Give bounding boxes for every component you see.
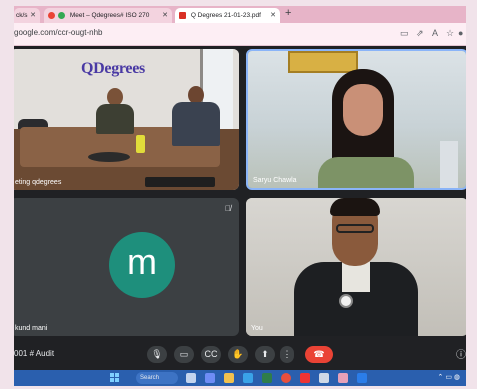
translate-icon[interactable]: A [432,28,438,38]
profile-icon[interactable]: ● [458,28,463,38]
meet-icon [58,11,65,19]
cast-icon[interactable]: ▭ [400,28,409,39]
avatar: m [109,232,175,298]
word-icon[interactable] [357,373,367,383]
windows-taskbar: Search ⌃ ▭ ◍ [14,370,466,386]
search-label: Search [140,375,160,381]
door [440,141,458,188]
browser-tab-meet[interactable]: Meet – Qdegrees# ISO 270 ✕ [44,8,172,23]
system-tray[interactable]: ⌃ ▭ ◍ [438,373,460,381]
mic-off-icon: 🎙̸ [225,204,231,213]
youtube-icon[interactable] [300,373,310,383]
participant-name: You [251,325,263,332]
close-tab-icon[interactable]: ✕ [270,8,276,23]
record-icon [48,11,55,19]
settings-icon[interactable] [319,373,329,383]
participant-name: kund mani [15,325,48,332]
participant-tile-meeting-room[interactable]: QDegrees eting qdegrees [14,49,239,190]
qdegrees-logo: QDegrees [81,60,145,77]
screen: ck/s ✕ Meet – Qdegrees# ISO 270 ✕ Q Degr… [14,6,466,386]
browser-tab-1[interactable]: ck/s ✕ [14,8,40,23]
excel-icon[interactable] [262,373,272,383]
chat-icon[interactable] [205,373,215,383]
participant-tile-self[interactable]: You [246,198,466,336]
present-icon[interactable]: ⬆ [255,346,275,363]
chrome-icon[interactable] [281,373,291,383]
share-icon[interactable]: ⇗ [416,28,424,39]
keyboard [145,177,215,187]
face [343,84,383,136]
end-call-icon[interactable]: ☎ [305,346,333,363]
meet-control-bar: 001 # Audit 🎙 ▭ CC ✋ ⬆ ⋮ ☎ ⓘ [14,338,466,370]
close-tab-icon[interactable]: ✕ [30,8,36,23]
tab-title: Meet – Qdegrees# ISO 270 [69,12,150,19]
hair [330,198,380,216]
raise-hand-icon[interactable]: ✋ [228,346,248,363]
shirt [342,262,370,292]
app-icon[interactable] [338,373,348,383]
mic-icon[interactable]: 🎙 [147,346,167,363]
new-tab-button[interactable]: + [285,7,291,19]
person-body [172,102,220,146]
address-bar[interactable]: google.com/ccr-ougt-nhb ▭ ⇗ A ☆ ● [14,23,466,46]
camera-icon[interactable]: ▭ [174,346,194,363]
close-tab-icon[interactable]: ✕ [162,8,168,23]
tab-title: ck/s [16,12,28,19]
participant-tile-saryu[interactable]: Saryu Chawla [246,49,466,190]
browser-tab-strip: ck/s ✕ Meet – Qdegrees# ISO 270 ✕ Q Degr… [14,6,466,23]
participant-tile-avatar[interactable]: 🎙̸ m kund mani [14,198,239,336]
meeting-code: 001 # Audit [14,349,55,358]
person-body [318,157,414,188]
file-explorer-icon[interactable] [224,373,234,383]
id-badge [339,294,353,308]
bookmark-icon[interactable]: ☆ [446,28,454,39]
wall-frame [288,51,358,73]
person-body [96,104,134,134]
conference-phone [88,152,130,162]
participant-name: Saryu Chawla [253,177,297,184]
pdf-icon [179,11,186,19]
captions-icon[interactable]: CC [201,346,221,363]
url-text[interactable]: google.com/ccr-ougt-nhb [14,28,103,37]
store-icon[interactable] [243,373,253,383]
glasses [336,224,374,233]
info-icon[interactable]: ⓘ [456,346,466,361]
participant-name: eting qdegrees [15,179,62,186]
windows-start-icon[interactable] [110,373,120,383]
more-icon[interactable]: ⋮ [280,346,294,363]
taskbar-search[interactable]: Search [136,372,178,384]
tab-title: Q Degrees 21-01-23.pdf [190,12,261,19]
bottle [136,135,145,153]
browser-tab-pdf[interactable]: Q Degrees 21-01-23.pdf ✕ [175,8,280,23]
taskview-icon[interactable] [186,373,196,383]
